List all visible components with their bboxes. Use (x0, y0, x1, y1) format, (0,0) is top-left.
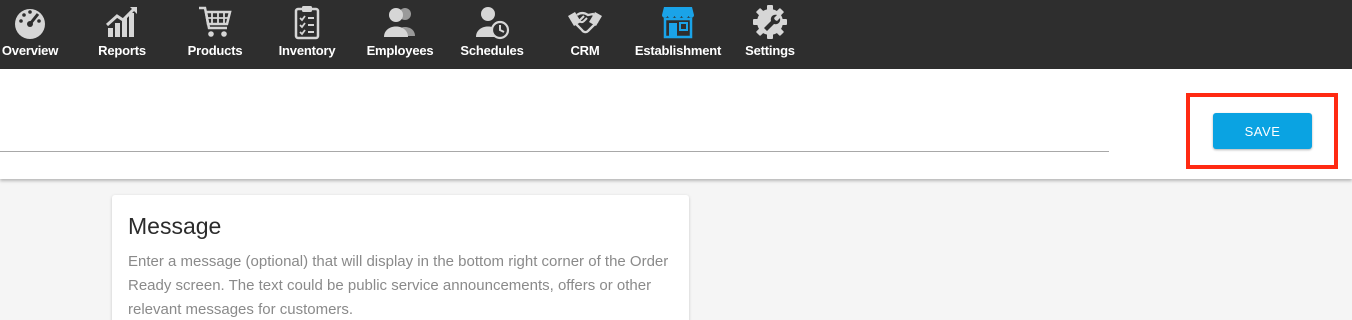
nav-label-crm: CRM (570, 43, 600, 58)
clipboard-checklist-icon (287, 2, 327, 42)
name-input-underline[interactable] (0, 151, 1109, 152)
header-bar: SAVE (0, 69, 1352, 179)
nav-item-reports[interactable]: Reports (92, 0, 152, 69)
people-icon (380, 2, 420, 42)
gear-wrench-icon (750, 2, 790, 42)
top-navigation-bar: Overview Reports Products Inventory Empl… (0, 0, 1352, 69)
nav-item-schedules[interactable]: Schedules (458, 0, 526, 69)
nav-label-overview: Overview (1, 43, 59, 58)
nav-item-inventory[interactable]: Inventory (276, 0, 338, 69)
nav-label-establishment: Establishment (634, 43, 722, 58)
nav-label-reports: Reports (98, 43, 146, 58)
save-button[interactable]: SAVE (1213, 113, 1312, 149)
card-description: Enter a message (optional) that will dis… (128, 253, 669, 318)
nav-item-overview[interactable]: Overview (0, 0, 60, 69)
nav-label-employees: Employees (366, 43, 434, 58)
handshake-icon (565, 2, 605, 42)
nav-item-settings[interactable]: Settings (742, 0, 798, 69)
nav-label-schedules: Schedules (460, 43, 524, 58)
storefront-icon (658, 2, 698, 42)
nav-item-crm[interactable]: CRM (560, 0, 610, 69)
person-clock-icon (472, 2, 512, 42)
nav-item-products[interactable]: Products (182, 0, 248, 69)
nav-label-settings: Settings (745, 43, 795, 58)
nav-item-establishment[interactable]: Establishment (634, 0, 722, 69)
nav-label-inventory: Inventory (278, 43, 336, 58)
nav-item-employees[interactable]: Employees (364, 0, 436, 69)
message-card: Message Enter a message (optional) that … (112, 195, 689, 320)
card-title: Message (128, 213, 222, 239)
nav-label-products: Products (187, 43, 243, 58)
speedometer-icon (10, 2, 50, 42)
chart-growth-icon (102, 2, 142, 42)
shopping-cart-icon (195, 2, 235, 42)
